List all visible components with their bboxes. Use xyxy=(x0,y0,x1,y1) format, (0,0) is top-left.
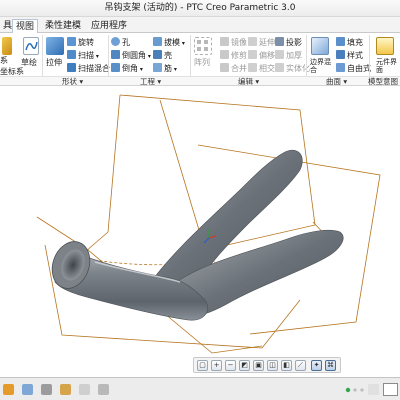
ribbon-tabs: 具 视图 柔性建模 应用程序 xyxy=(0,17,400,33)
datum-edge-left xyxy=(107,94,121,233)
ribbon-group-labels: 形状 ▾ 工程 ▾ 编辑 ▾ 曲面 ▾ 模型意图 xyxy=(0,76,400,86)
creo-window: 吊钩支架 (活动的) - PTC Creo Parametric 3.0 具 视… xyxy=(0,0,400,400)
selection-filter-box[interactable] xyxy=(383,383,398,396)
datum-display-icon[interactable]: ⟋ xyxy=(295,360,306,371)
extend-button[interactable]: 延伸 xyxy=(248,37,275,48)
component-interface-button[interactable]: 元件界面 xyxy=(376,58,398,74)
freestyle-button[interactable]: 自由式 xyxy=(336,63,371,74)
hole-button[interactable]: 孔 xyxy=(111,37,130,48)
pattern-icon[interactable] xyxy=(194,37,212,55)
datum-icon[interactable] xyxy=(2,37,12,55)
trim-button[interactable]: 修剪 xyxy=(220,50,247,61)
draft-button[interactable]: 拔模 ▾ xyxy=(153,37,185,49)
spin-center-icon[interactable]: ✦ xyxy=(311,360,322,371)
separator xyxy=(42,35,43,79)
style-icon xyxy=(336,50,345,59)
swept-blend-button[interactable]: 扫描混合 xyxy=(67,63,110,74)
swept-blend-icon xyxy=(67,63,76,72)
freestyle-icon xyxy=(336,63,345,72)
sketch-icon[interactable] xyxy=(23,37,39,55)
repaint-icon[interactable]: ◩ xyxy=(239,360,250,371)
mirror-icon xyxy=(220,37,229,46)
group-label-shape[interactable]: 形状 ▾ xyxy=(62,77,83,86)
flag-icon[interactable] xyxy=(368,384,379,395)
solidify-icon xyxy=(275,63,284,72)
extend-icon xyxy=(248,37,257,46)
saved-views-icon[interactable]: ◫ xyxy=(267,360,278,371)
display-style-icon[interactable]: ◧ xyxy=(281,360,292,371)
hole-icon xyxy=(111,37,120,46)
fill-icon xyxy=(336,37,345,46)
in-graphics-toolbar: ▢ + − ◩ ▣ ◫ ◧ ⟋ ✦ ⌘ xyxy=(193,357,341,373)
rib-icon xyxy=(153,63,162,72)
trim-icon xyxy=(220,50,229,59)
intersect-button[interactable]: 相交 xyxy=(248,63,275,74)
boundary-blend-icon[interactable] xyxy=(311,37,329,55)
folder-browser-icon[interactable] xyxy=(22,384,33,395)
tab-applications[interactable]: 应用程序 xyxy=(88,19,130,33)
sketch-button[interactable]: 草绘 xyxy=(21,58,37,68)
pattern-button[interactable]: 阵列 xyxy=(194,58,210,68)
sweep-button[interactable]: 扫描 ▾ xyxy=(67,50,99,62)
chamfer-button[interactable]: 倒角 ▾ xyxy=(111,63,143,75)
status-bar xyxy=(0,377,400,400)
component-interface-icon[interactable] xyxy=(376,37,394,55)
separator xyxy=(306,35,307,79)
layers-icon[interactable] xyxy=(60,384,71,395)
style-button[interactable]: 样式 xyxy=(336,50,363,61)
zoom-out-icon[interactable]: − xyxy=(225,360,236,371)
annotation-display-icon[interactable]: ⌘ xyxy=(325,360,336,371)
graphics-window[interactable] xyxy=(0,87,400,377)
thicken-button[interactable]: 加厚 xyxy=(275,50,302,61)
shell-button[interactable]: 壳 xyxy=(153,50,172,61)
window-title-bar: 吊钩支架 (活动的) - PTC Creo Parametric 3.0 xyxy=(0,0,400,17)
offset-button[interactable]: 偏移 xyxy=(248,50,275,61)
group-label-surface[interactable]: 曲面 ▾ xyxy=(326,77,347,86)
sweep-icon xyxy=(67,50,76,59)
mirror-button[interactable]: 镜像 xyxy=(220,37,247,48)
solidify-button[interactable]: 实体化 xyxy=(275,63,310,74)
tab-view[interactable]: 视图 xyxy=(12,19,39,33)
merge-button[interactable]: 合并 xyxy=(220,63,247,74)
separator xyxy=(108,35,109,79)
intersect-icon xyxy=(248,63,257,72)
tab-flexible-modeling[interactable]: 柔性建模 xyxy=(42,19,84,33)
datum-edge-joint xyxy=(84,231,109,253)
datum-label: 系 xyxy=(0,56,8,65)
group-label-editing[interactable]: 编辑 ▾ xyxy=(238,77,259,86)
refit-icon[interactable]: ▢ xyxy=(197,360,208,371)
hook-bracket-part[interactable] xyxy=(46,149,344,321)
chamfer-icon xyxy=(111,63,120,72)
message-icon[interactable] xyxy=(98,384,109,395)
project-icon xyxy=(275,37,284,46)
favorites-icon[interactable] xyxy=(41,384,52,395)
separator xyxy=(190,35,191,79)
revolve-button[interactable]: 旋转 xyxy=(67,37,94,48)
group-label-engineering[interactable]: 工程 ▾ xyxy=(140,77,161,86)
extrude-button[interactable]: 拉伸 xyxy=(46,58,62,68)
thicken-icon xyxy=(275,50,284,59)
model-tree-icon[interactable] xyxy=(3,384,14,395)
merge-icon xyxy=(220,63,229,72)
draft-icon xyxy=(153,37,162,46)
separator xyxy=(369,35,370,79)
zoom-in-icon[interactable]: + xyxy=(211,360,222,371)
window-title: 吊钩支架 (活动的) - PTC Creo Parametric 3.0 xyxy=(104,3,296,13)
round-icon xyxy=(111,50,120,59)
fill-button[interactable]: 填充 xyxy=(336,37,363,48)
project-button[interactable]: 投影 xyxy=(275,37,302,48)
shell-icon xyxy=(153,50,162,59)
extrude-icon[interactable] xyxy=(46,37,64,55)
revolve-icon xyxy=(67,37,76,46)
round-button[interactable]: 倒圆角 ▾ xyxy=(111,50,151,62)
model-view[interactable] xyxy=(0,87,400,377)
boundary-blend-button[interactable]: 边界混合 xyxy=(310,58,332,74)
offset-icon xyxy=(248,50,257,59)
regeneration-status-icon[interactable] xyxy=(345,387,367,393)
rib-button[interactable]: 筋 ▾ xyxy=(153,63,177,75)
window-icon[interactable] xyxy=(79,384,90,395)
group-label-model-intent[interactable]: 模型意图 xyxy=(368,77,398,86)
view-manager-icon[interactable]: ▣ xyxy=(253,360,264,371)
